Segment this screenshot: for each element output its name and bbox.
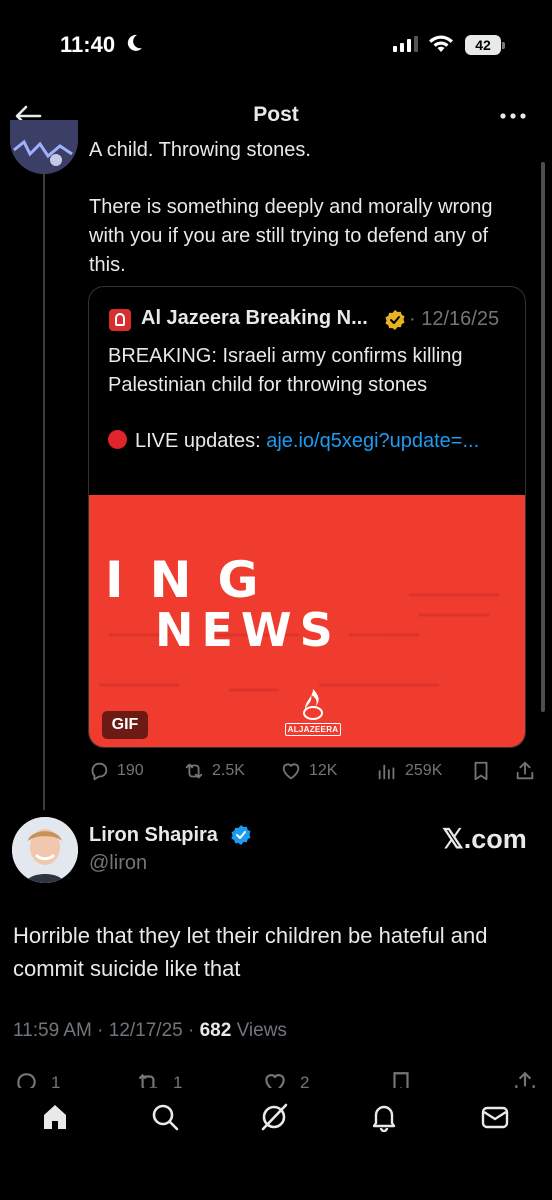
aljazeera-logo: ALJAZEERA [285,687,341,737]
reply-repost-count: 1 [173,1073,183,1088]
search-icon[interactable] [150,1102,180,1132]
grok-icon[interactable] [259,1102,289,1132]
bookmark-icon [393,1072,409,1088]
signal-icon [393,36,418,52]
reply-meta: 11:59 AM · 12/17/25 · 682 Views [13,1020,287,1042]
reply-reply-count: 1 [51,1073,61,1088]
messages-envelope-icon[interactable] [480,1102,510,1132]
battery-level: 42 [475,37,491,53]
repost-icon [138,1073,158,1088]
quoted-tweet[interactable]: Al Jazeera Breaking N... · 12/16/25 BREA… [88,286,526,748]
repost-count: 2.5K [212,762,245,779]
gif-badge: GIF [102,711,148,739]
red-circle-icon [108,430,127,449]
reply-repost-button[interactable]: 1 [135,1070,182,1088]
tweet-text: There is something deeply and morally wr… [89,196,493,276]
reply-icon [17,1073,36,1088]
heart-icon [265,1074,285,1088]
reply-timestamp[interactable]: 11:59 AM · 12/17/25 · [13,1020,200,1041]
views-chart-icon [378,764,395,780]
reply-like-count: 2 [300,1073,310,1088]
quote-live-line: LIVE updates: aje.io/q5xegi?update=... [108,427,518,456]
reply-views-label: Views [231,1020,287,1041]
reply-bookmark-button[interactable] [388,1070,414,1088]
reply-icon [91,762,108,781]
more-options-icon[interactable] [498,106,528,126]
media-text-line2: NEWS [155,603,341,657]
share-button[interactable] [514,758,536,784]
reply-reply-button[interactable]: 1 [13,1070,60,1088]
scrollbar[interactable] [541,162,545,712]
heart-icon [282,763,300,780]
media-text-line1: ING [105,551,285,609]
bookmark-button[interactable] [470,758,492,784]
repost-icon [185,763,203,779]
quote-media-gif[interactable]: ING NEWS ALJAZEERA GIF [89,495,525,747]
reply-share-button[interactable] [512,1070,538,1088]
thread-connector [43,174,45,810]
moon-icon [127,34,142,51]
reply-like-button[interactable]: 2 [262,1070,309,1088]
reply-author-name[interactable]: Liron Shapira [89,824,218,847]
reply-views-count: 682 [199,1020,232,1041]
tweet-text-clipped: A child. Throwing stones. [89,139,311,161]
quote-date: · 12/16/25 [409,308,500,330]
reply-actions: 1 1 2 [0,1066,552,1088]
reply-count: 190 [117,762,144,779]
quote-author-name: Al Jazeera Breaking N... [141,307,368,329]
aljazeera-wordmark: ALJAZEERA [285,723,341,736]
like-button[interactable]: 12K [280,758,337,784]
wifi-icon [429,35,453,52]
like-count: 12K [309,762,338,779]
verified-blue-icon [231,825,251,845]
share-icon [516,761,534,780]
notifications-bell-icon[interactable] [369,1102,399,1132]
battery-icon: 42 [465,35,505,55]
home-icon[interactable] [40,1102,70,1132]
tweet-actions: 190 2.5K 12K 259K [88,758,544,784]
views-count: 259K [405,762,443,779]
live-prefix: LIVE updates: [135,430,267,452]
verified-gold-icon [385,310,405,330]
author-avatar[interactable] [10,120,78,174]
reply-author-handle[interactable]: @liron [89,852,147,875]
repost-button[interactable]: 2.5K [183,758,245,784]
quote-text: BREAKING: Israeli army confirms killing … [108,345,463,396]
reply-author-avatar[interactable] [12,817,78,883]
status-time: 11:40 [60,32,116,57]
reply-button[interactable]: 190 [88,758,144,784]
reply-text: Horrible that they let their children be… [13,923,488,981]
bottom-nav [0,1088,552,1200]
bookmark-icon [474,761,488,781]
quote-avatar [109,309,131,331]
share-icon [515,1071,535,1088]
quote-link[interactable]: aje.io/q5xegi?update=... [266,430,479,452]
views-button[interactable]: 259K [376,758,442,784]
xcom-watermark: 𝕏.com [442,824,527,854]
